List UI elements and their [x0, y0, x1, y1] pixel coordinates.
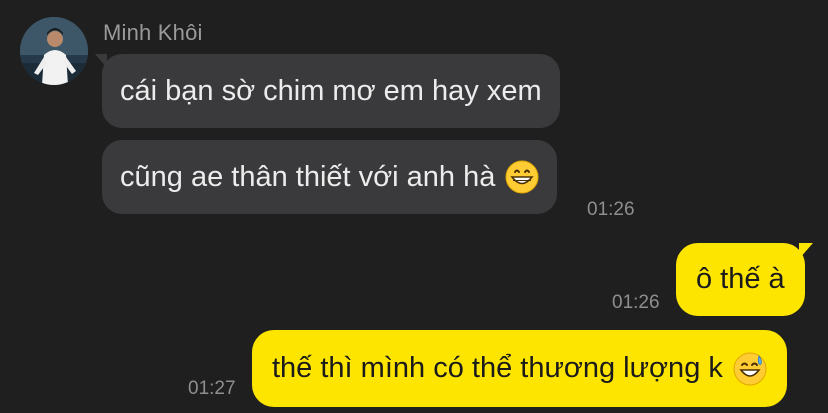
message-timestamp: 01:26: [587, 199, 635, 220]
outgoing-message-bubble[interactable]: thế thì mình có thể thương lượng k: [252, 330, 787, 407]
sweat-smile-icon: [733, 352, 767, 386]
outgoing-message-bubble[interactable]: ô thế à: [676, 243, 813, 316]
message-timestamp: 01:27: [188, 378, 236, 399]
bubble-tail: [95, 54, 107, 68]
avatar[interactable]: [20, 17, 88, 85]
message-text: cũng ae thân thiết với anh hà: [120, 160, 496, 193]
sender-name: Minh Khôi: [103, 20, 203, 45]
incoming-message-bubble[interactable]: cũng ae thân thiết với anh hà: [102, 140, 558, 214]
message-timestamp: 01:26: [612, 292, 660, 313]
avatar-photo-icon: [20, 17, 88, 85]
bubble-tail: [798, 243, 813, 259]
message-text: cái bạn sờ chim mơ em hay xem: [120, 74, 542, 107]
message-text: ô thế à: [696, 263, 785, 295]
message-text: thế thì mình có thể thương lượng k: [272, 352, 723, 384]
incoming-message-bubble[interactable]: cái bạn sờ chim mơ em hay xem: [95, 54, 560, 128]
grinning-face-icon: [505, 160, 539, 194]
